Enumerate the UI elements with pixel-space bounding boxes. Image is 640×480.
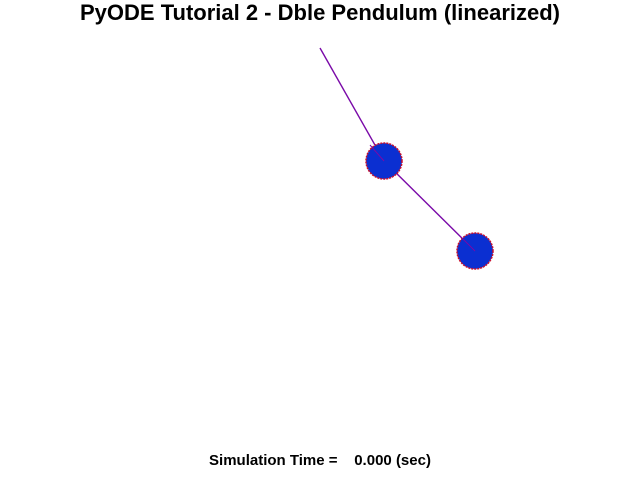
simulation-time-unit: (sec)	[395, 452, 431, 469]
upper-rod	[319, 47, 385, 162]
pendulum-canvas	[319, 47, 494, 270]
lower-rod	[383, 160, 476, 252]
simulation-time-label: Simulation Time =	[209, 452, 342, 469]
simulation-time-readout: Simulation Time = 0.000 (sec)	[0, 452, 640, 470]
simulation-time-value: 0.000	[354, 452, 392, 469]
